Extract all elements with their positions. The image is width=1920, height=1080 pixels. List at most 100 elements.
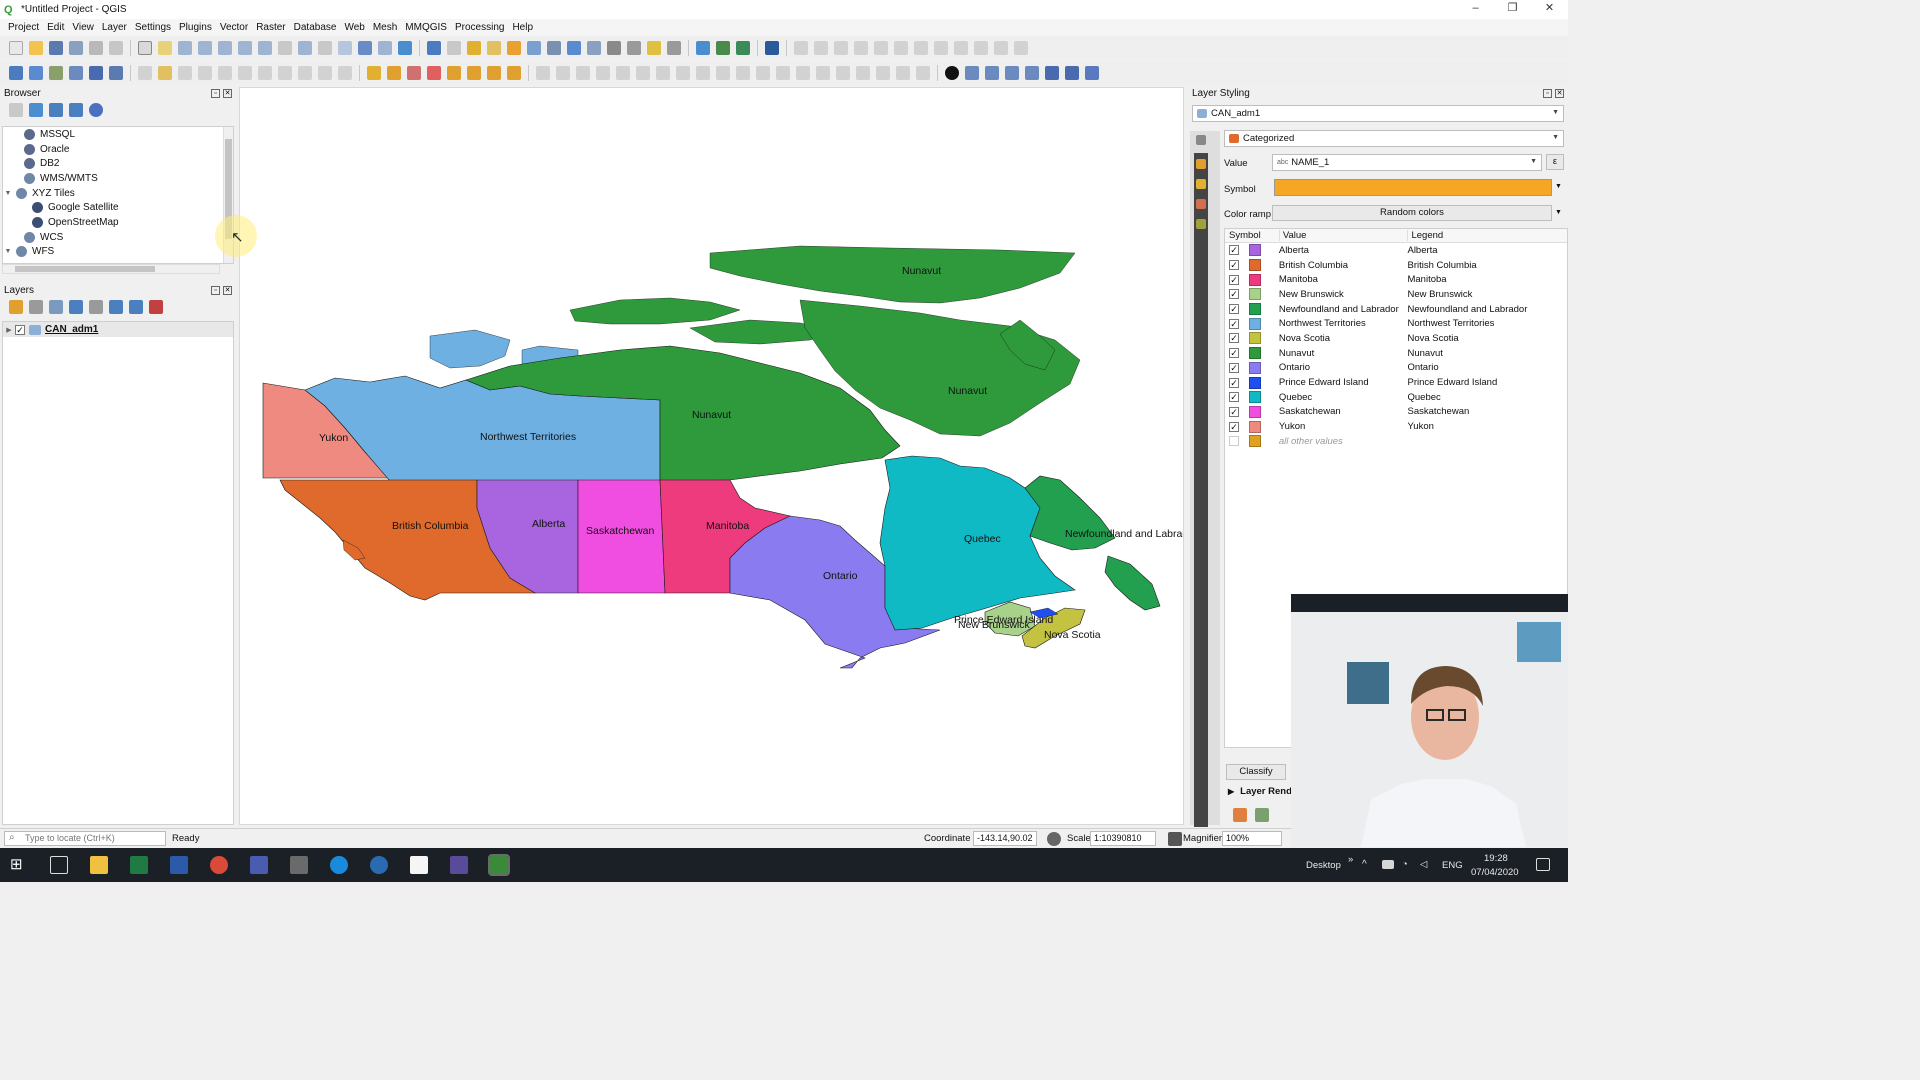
- wifi-icon[interactable]: ◔: [1402, 859, 1408, 870]
- pan-icon[interactable]: [138, 41, 152, 55]
- category-checkbox[interactable]: ✓: [1229, 421, 1239, 432]
- identify-icon[interactable]: [427, 41, 441, 55]
- statistics-icon[interactable]: [587, 41, 601, 55]
- toggle-editing-icon[interactable]: [158, 66, 172, 80]
- add-group-icon[interactable]: [29, 300, 43, 314]
- volume-icon[interactable]: ◁: [1420, 859, 1427, 870]
- notification-icon[interactable]: [1536, 858, 1550, 871]
- category-checkbox[interactable]: ✓: [1229, 304, 1239, 315]
- toolbox-icon[interactable]: [567, 41, 581, 55]
- notepad-icon[interactable]: [250, 856, 268, 874]
- category-symbol-swatch[interactable]: [1249, 420, 1261, 433]
- label-show-icon[interactable]: [427, 66, 441, 80]
- browser-item[interactable]: MSSQL: [3, 127, 233, 142]
- save-as-icon[interactable]: [69, 41, 83, 55]
- new-map-view-icon[interactable]: [338, 41, 352, 55]
- field-calculator-icon[interactable]: [547, 41, 561, 55]
- qgis-taskbar-icon[interactable]: [488, 854, 510, 876]
- expression-button[interactable]: ε: [1546, 154, 1564, 170]
- menu-raster[interactable]: Raster: [256, 22, 285, 33]
- zoom-out-icon[interactable]: [198, 41, 212, 55]
- snapping-icon[interactable]: [945, 66, 959, 80]
- r-icon[interactable]: [370, 856, 388, 874]
- zoom-native-icon[interactable]: [278, 41, 292, 55]
- map-region-nunavut-islands[interactable]: [569, 297, 741, 325]
- close-panel-icon[interactable]: ✕: [1555, 88, 1564, 98]
- browser-item[interactable]: WMS/WMTS: [3, 171, 233, 186]
- category-checkbox[interactable]: ✓: [1229, 318, 1239, 329]
- zoom-next-icon[interactable]: [318, 41, 332, 55]
- restore-button[interactable]: ❐: [1494, 0, 1531, 19]
- clock-date[interactable]: 07/04/2020: [1471, 867, 1519, 878]
- menu-layer[interactable]: Layer: [102, 22, 127, 33]
- battery-icon[interactable]: [1382, 860, 1394, 869]
- category-row[interactable]: ✓ Prince Edward Island Prince Edward Islan…: [1225, 375, 1567, 390]
- header-legend[interactable]: Legend: [1407, 230, 1567, 241]
- open-project-icon[interactable]: [29, 41, 43, 55]
- category-symbol-swatch[interactable]: [1249, 391, 1261, 404]
- globe-plugin-icon[interactable]: [716, 41, 730, 55]
- category-row[interactable]: ✓ Newfoundland and Labrador Newfoundland a…: [1225, 302, 1567, 317]
- merge-icon[interactable]: [1085, 66, 1099, 80]
- masks-icon[interactable]: [1196, 219, 1206, 229]
- category-row[interactable]: ✓ Ontario Ontario: [1225, 361, 1567, 376]
- menu-vector[interactable]: Vector: [220, 22, 248, 33]
- map-region-nwt-islands[interactable]: [429, 329, 511, 369]
- header-value[interactable]: Value: [1278, 230, 1408, 241]
- category-row[interactable]: ✓ Manitoba Manitoba: [1225, 272, 1567, 287]
- category-checkbox[interactable]: ✓: [1229, 245, 1239, 256]
- category-row[interactable]: ✓ British Columbia British Columbia: [1225, 258, 1567, 273]
- labels-icon[interactable]: [1196, 179, 1206, 189]
- text-annotation-icon[interactable]: [667, 41, 681, 55]
- map-region-newfoundland-island[interactable]: [1104, 555, 1161, 611]
- calculator-icon[interactable]: [290, 856, 308, 874]
- symbology-icon[interactable]: [1196, 159, 1206, 169]
- excel-icon[interactable]: [130, 856, 148, 874]
- browser-item[interactable]: DB2: [3, 156, 233, 171]
- task-view-icon[interactable]: [50, 856, 68, 874]
- map-canvas[interactable]: Nunavut Nunavut Nunavut Yukon Northwest …: [239, 87, 1184, 825]
- new-project-icon[interactable]: [9, 41, 23, 55]
- collapse-all-icon[interactable]: [129, 300, 143, 314]
- language-indicator[interactable]: ENG: [1442, 860, 1463, 871]
- category-checkbox[interactable]: ✓: [1229, 406, 1239, 417]
- category-row[interactable]: ✓ Nova Scotia Nova Scotia: [1225, 331, 1567, 346]
- expand-arrow-icon[interactable]: ▶: [3, 326, 15, 334]
- plugin-icon[interactable]: [696, 41, 710, 55]
- category-row[interactable]: ✓ Saskatchewan Saskatchewan: [1225, 405, 1567, 420]
- filter-legend-icon[interactable]: [69, 300, 83, 314]
- python-console-icon[interactable]: [765, 41, 779, 55]
- header-symbol[interactable]: Symbol: [1225, 230, 1279, 241]
- run-action-icon[interactable]: [447, 41, 461, 55]
- menu-mmqgis[interactable]: MMQGIS: [405, 22, 447, 33]
- remove-layer-icon[interactable]: [149, 300, 163, 314]
- layer-row[interactable]: ▶ ✓ CAN_adm1: [3, 322, 233, 337]
- category-symbol-swatch[interactable]: [1249, 332, 1261, 345]
- map-region-nunavut-islands[interactable]: [709, 245, 1076, 304]
- menu-web[interactable]: Web: [344, 22, 364, 33]
- annotation-icon[interactable]: [627, 41, 641, 55]
- classify-button[interactable]: Classify: [1226, 764, 1286, 780]
- pan-to-selection-icon[interactable]: [158, 41, 172, 55]
- float-panel-icon[interactable]: ▫: [211, 88, 220, 98]
- category-row[interactable]: all other values: [1225, 434, 1567, 449]
- menu-view[interactable]: View: [72, 22, 94, 33]
- float-panel-icon[interactable]: ▫: [1543, 88, 1552, 98]
- zoom-selection-icon[interactable]: [238, 41, 252, 55]
- category-row[interactable]: ✓ Nunavut Nunavut: [1225, 346, 1567, 361]
- edge-icon[interactable]: [330, 856, 348, 874]
- split-icon[interactable]: [1065, 66, 1079, 80]
- category-checkbox[interactable]: ✓: [1229, 362, 1239, 373]
- menu-mesh[interactable]: Mesh: [373, 22, 397, 33]
- expand-arrow-icon[interactable]: ▼: [3, 190, 13, 197]
- close-panel-icon[interactable]: ✕: [223, 88, 232, 98]
- scale-field[interactable]: 1:10390810: [1090, 831, 1156, 846]
- menu-database[interactable]: Database: [294, 22, 337, 33]
- layer-select[interactable]: CAN_adm1 ▼: [1192, 105, 1564, 122]
- browser-item[interactable]: Google Satellite: [3, 200, 233, 215]
- close-button[interactable]: ✕: [1531, 0, 1568, 19]
- measure-icon[interactable]: [607, 41, 621, 55]
- category-checkbox[interactable]: ✓: [1229, 377, 1239, 388]
- redo-icon[interactable]: [1255, 808, 1269, 822]
- deselect-icon[interactable]: [507, 41, 521, 55]
